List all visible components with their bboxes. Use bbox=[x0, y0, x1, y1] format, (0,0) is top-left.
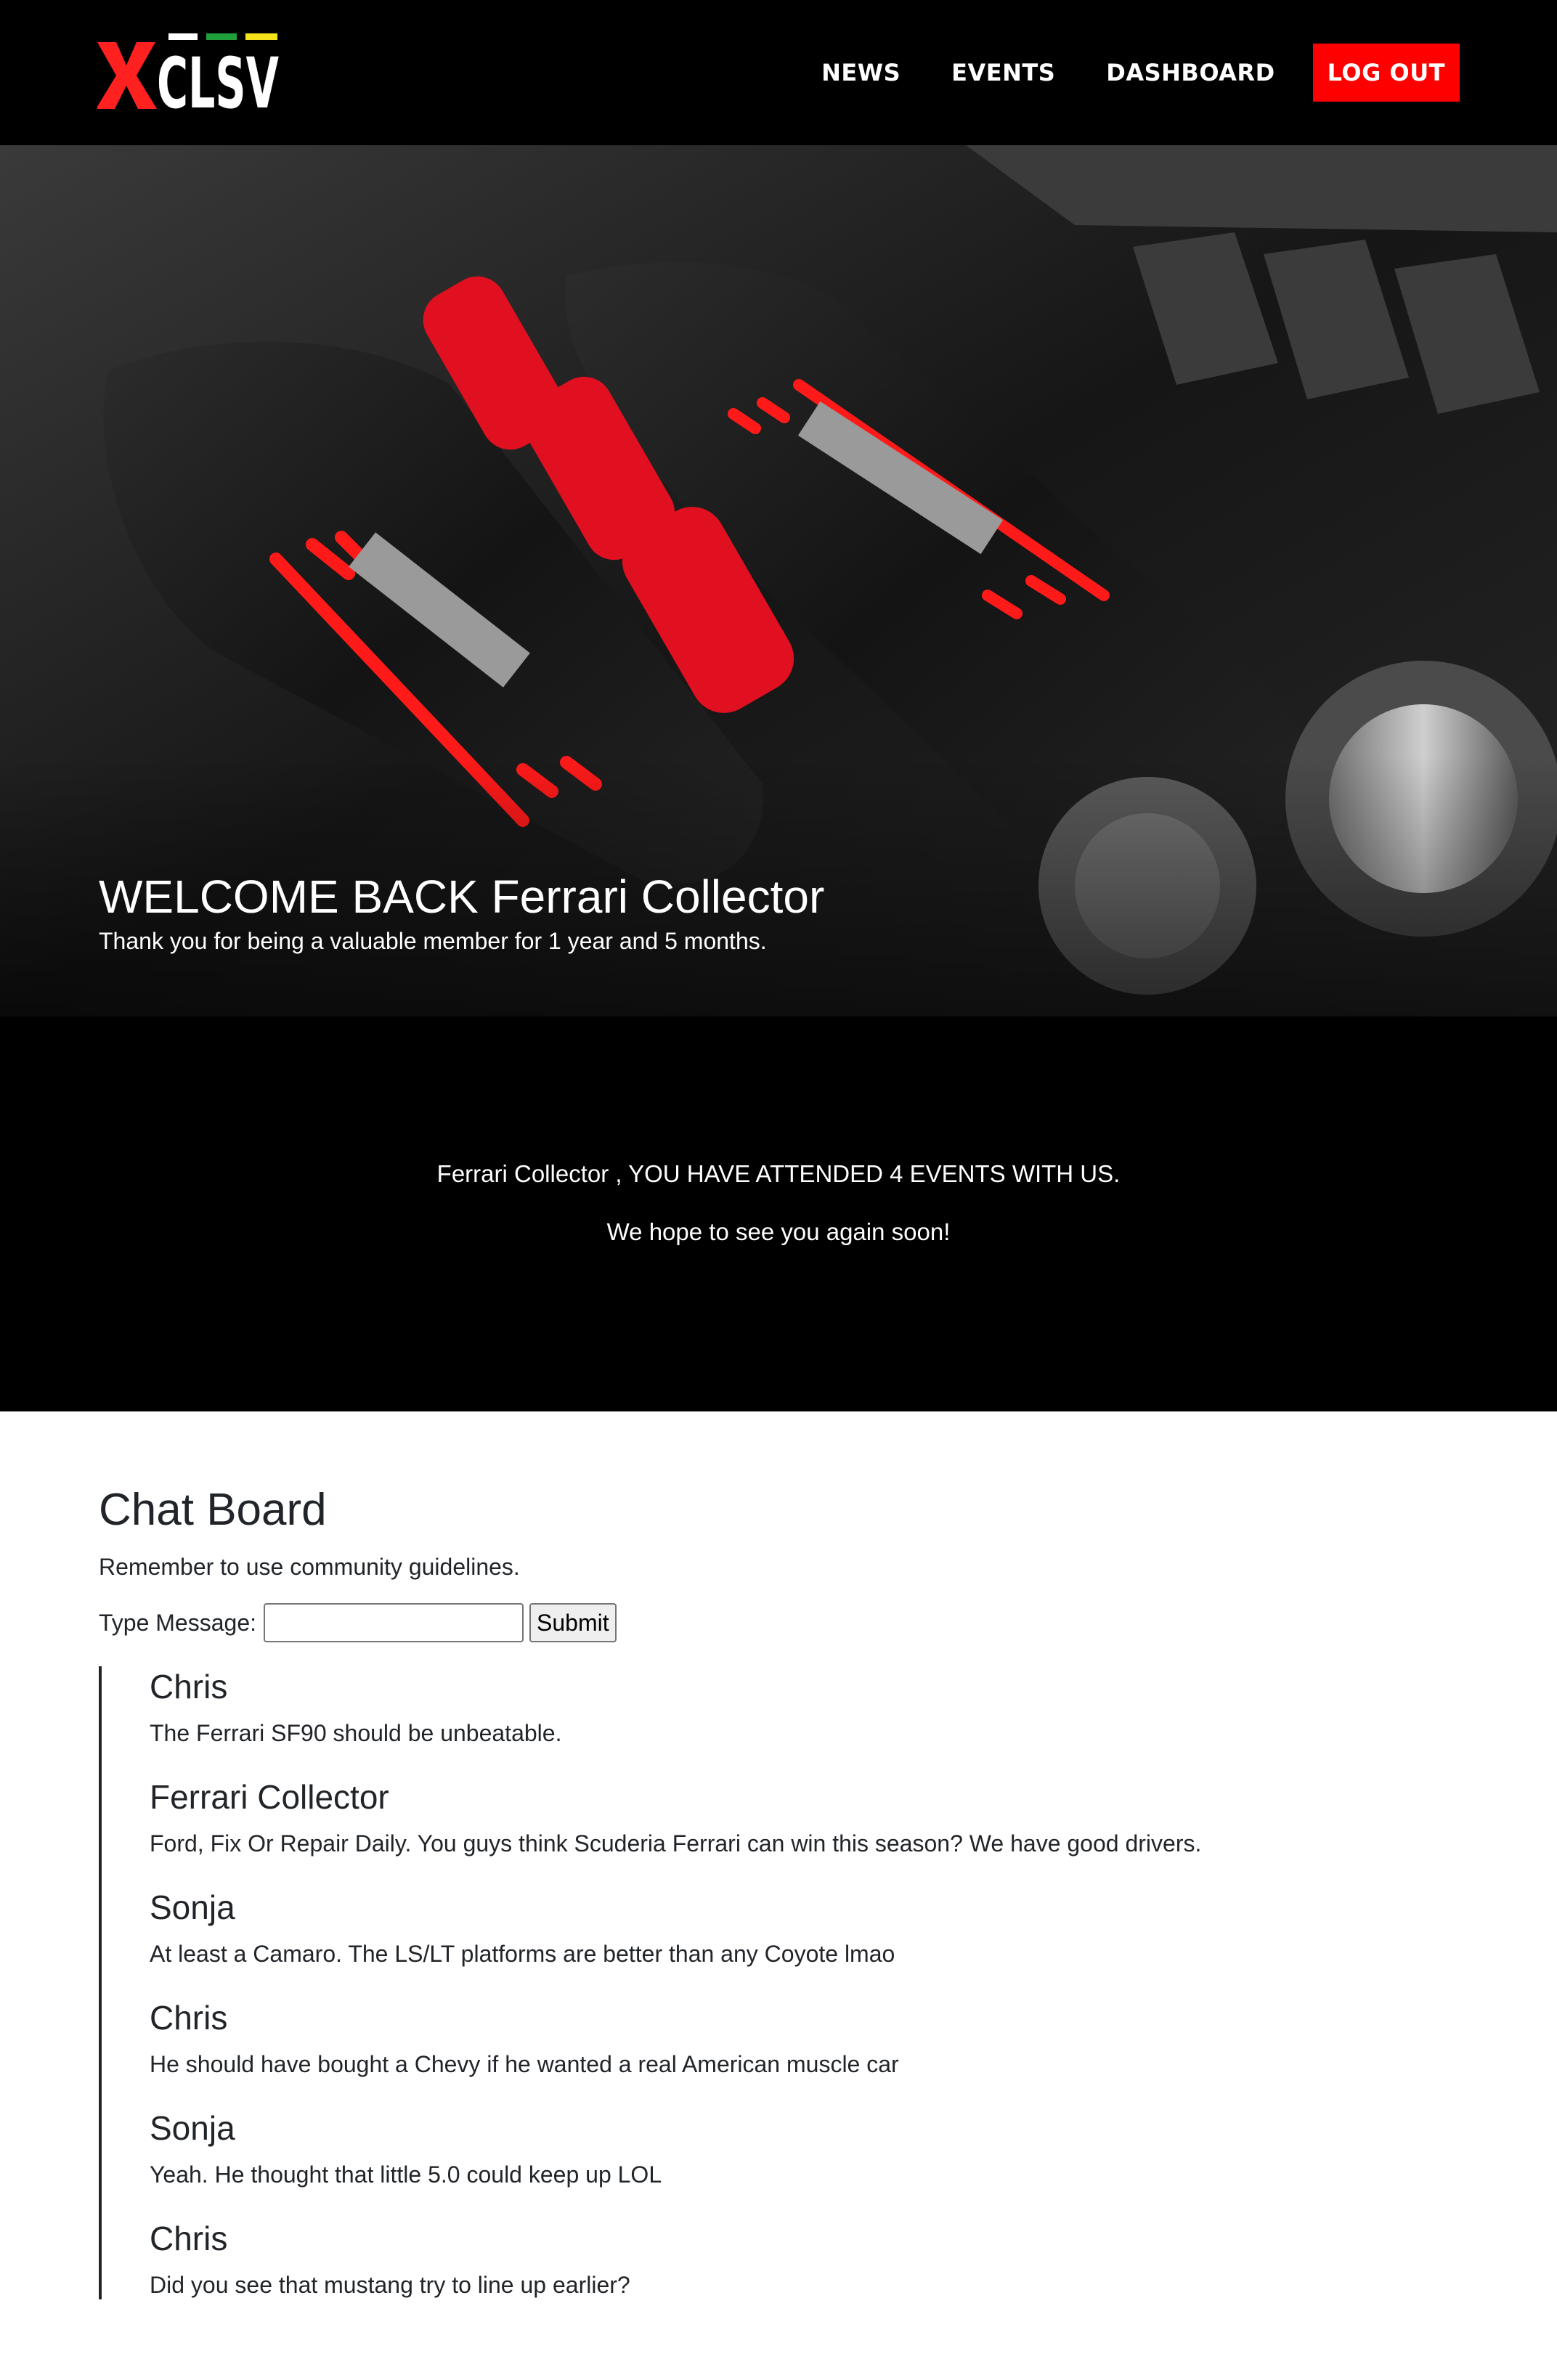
nav-dashboard-link[interactable]: DASHBOARD bbox=[1106, 59, 1275, 86]
message-author: Chris bbox=[150, 2220, 228, 2257]
message-author: Chris bbox=[150, 1999, 228, 2037]
chat-board: Chat Board Remember to use community gui… bbox=[99, 1481, 1464, 2299]
message-author: Sonja bbox=[150, 1888, 235, 1926]
message-text: He should have bought a Chevy if he want… bbox=[150, 2051, 899, 2077]
message-author: Ferrari Collector bbox=[150, 1778, 389, 1816]
message-text: At least a Camaro. The LS/LT platforms a… bbox=[150, 1941, 895, 1967]
message-form: Type Message: Submit bbox=[99, 1602, 1464, 1643]
attendance-text: Ferrari Collector , YOU HAVE ATTENDED 4 … bbox=[436, 1160, 1121, 1187]
chat-message: Chris Did you see that mustang try to li… bbox=[150, 2218, 1464, 2299]
main-nav: NEWS EVENTS DASHBOARD LOG OUT bbox=[771, 42, 1460, 103]
logout-button[interactable]: LOG OUT bbox=[1312, 44, 1460, 102]
chat-message: Chris He should have bought a Chevy if h… bbox=[150, 1997, 1464, 2079]
chat-message: Ferrari Collector Ford, Fix Or Repair Da… bbox=[150, 1777, 1464, 1858]
welcome-heading: WELCOME BACK Ferrari Collector bbox=[99, 871, 825, 923]
message-author: Chris bbox=[150, 1668, 228, 1705]
xclsv-logo[interactable]: CLSV bbox=[97, 33, 279, 110]
hero-banner: WELCOME BACK Ferrari Collector Thank you… bbox=[0, 145, 1557, 1016]
chat-message: Chris The Ferrari SF90 should be unbeata… bbox=[150, 1666, 1464, 1748]
message-text: Ford, Fix Or Repair Daily. You guys thin… bbox=[150, 1830, 1202, 1857]
chat-board-title: Chat Board bbox=[99, 1485, 327, 1535]
message-author: Sonja bbox=[150, 2109, 235, 2147]
submit-button[interactable]: Submit bbox=[529, 1603, 617, 1642]
chat-message: Sonja Yeah. He thought that little 5.0 c… bbox=[150, 2108, 1464, 2189]
see-you-text: We hope to see you again soon! bbox=[606, 1218, 951, 1245]
attendance-banner: Ferrari Collector , YOU HAVE ATTENDED 4 … bbox=[0, 1016, 1557, 1411]
svg-text:CLSV: CLSV bbox=[157, 43, 279, 110]
message-text: Yeah. He thought that little 5.0 could k… bbox=[150, 2161, 662, 2188]
guidelines-text: Remember to use community guidelines. bbox=[99, 1554, 520, 1580]
nav-news-link[interactable]: NEWS bbox=[821, 59, 901, 86]
message-input-label: Type Message: bbox=[99, 1609, 256, 1636]
message-list: Chris The Ferrari SF90 should be unbeata… bbox=[99, 1666, 1464, 2299]
message-text: The Ferrari SF90 should be unbeatable. bbox=[150, 1720, 562, 1746]
site-header: CLSV NEWS EVENTS DASHBOARD LOG OUT bbox=[0, 0, 1557, 145]
logo-graphic: CLSV bbox=[97, 33, 279, 110]
message-text: Did you see that mustang try to line up … bbox=[150, 2272, 630, 2298]
nav-events-link[interactable]: EVENTS bbox=[951, 59, 1055, 86]
message-input[interactable] bbox=[264, 1603, 524, 1642]
chat-message: Sonja At least a Camaro. The LS/LT platf… bbox=[150, 1887, 1464, 1968]
membership-subtitle: Thank you for being a valuable member fo… bbox=[99, 928, 767, 954]
